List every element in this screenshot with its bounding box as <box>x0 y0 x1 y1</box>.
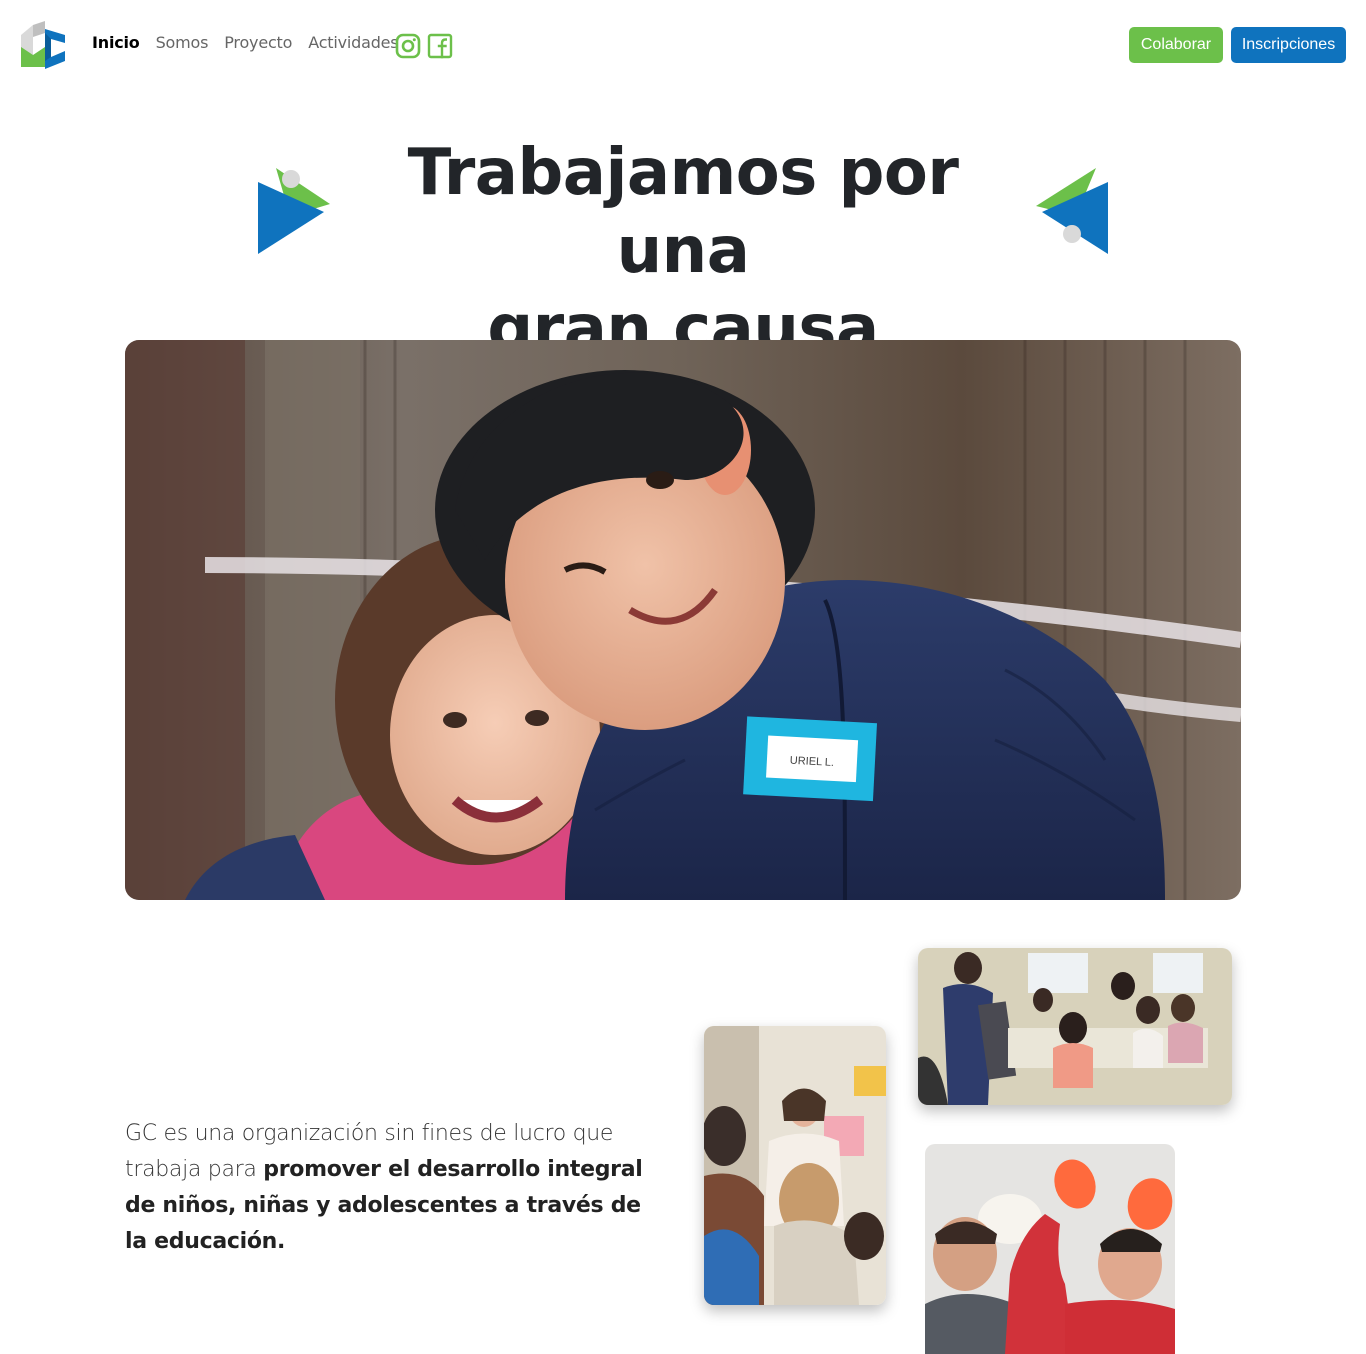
nav-link-somos[interactable]: Somos <box>156 33 209 52</box>
main-nav: Inicio Somos Proyecto Actividades <box>92 33 399 52</box>
nav-link-proyecto[interactable]: Proyecto <box>224 33 292 52</box>
decorative-triangle-right <box>1034 168 1110 256</box>
photo-group-table-activity <box>918 948 1232 1105</box>
name-tag-text: URIEL L. <box>789 755 834 769</box>
decorative-triangle-left <box>256 168 332 256</box>
instagram-icon[interactable] <box>395 33 421 59</box>
register-button[interactable]: Inscripciones <box>1231 27 1346 63</box>
photo-boys-playing <box>925 1144 1175 1354</box>
navbar: Inicio Somos Proyecto Actividades Colabo… <box>0 0 1366 90</box>
collaborate-button[interactable]: Colaborar <box>1129 27 1223 63</box>
hero-title-line1: Trabajamos por una <box>407 136 959 288</box>
intro-paragraph: GC es una organización sin fines de lucr… <box>125 1116 665 1260</box>
facebook-icon[interactable] <box>427 33 453 59</box>
hero-photo-children: URIEL L. <box>125 340 1241 900</box>
hero-title: Trabajamos por una gran causa <box>340 134 1026 368</box>
photo-classroom-presentation <box>704 1026 886 1305</box>
gc-logo[interactable] <box>21 21 67 69</box>
nav-link-actividades[interactable]: Actividades <box>308 33 398 52</box>
nav-link-inicio[interactable]: Inicio <box>92 33 140 52</box>
